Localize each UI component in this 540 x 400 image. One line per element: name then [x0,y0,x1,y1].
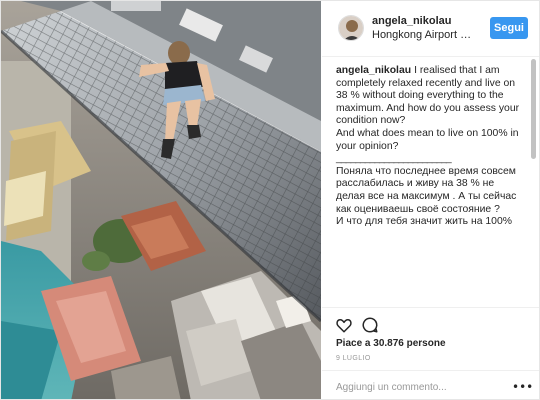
follow-button[interactable]: Segui [490,17,528,39]
avatar[interactable] [338,15,364,41]
location[interactable]: Hongkong Airport Departures [372,29,478,41]
comment-row: ••• [322,370,539,399]
comment-input[interactable] [336,378,496,396]
instagram-post: angela_nikolau Hongkong Airport Departur… [0,0,540,400]
username[interactable]: angela_nikolau [372,15,451,27]
post-sidebar: angela_nikolau Hongkong Airport Departur… [322,1,539,399]
comment-icon[interactable] [361,316,379,334]
caption-username[interactable]: angela_nikolau [336,65,411,76]
caption: angela_nikolau I realised that I am compl… [322,57,530,307]
caption-divider: ________________________ [336,153,452,165]
post-header: angela_nikolau Hongkong Airport Departur… [322,1,539,57]
caption-scrollbar[interactable] [531,59,536,159]
post-date: 9 LUGLIO [336,355,371,362]
heart-icon[interactable] [335,316,353,334]
caption-text-ru: Поняла что последнее время совсем рассла… [336,165,517,228]
likes-count[interactable]: Piace a 30.876 persone [336,338,446,349]
post-actions: Piace a 30.876 persone 9 LUGLIO ••• [322,307,539,399]
rooftop-photo [1,1,321,399]
caption-text-en: I realised that I am completely relaxed … [336,65,520,152]
more-options-icon[interactable]: ••• [512,380,533,394]
post-photo[interactable] [1,1,321,399]
